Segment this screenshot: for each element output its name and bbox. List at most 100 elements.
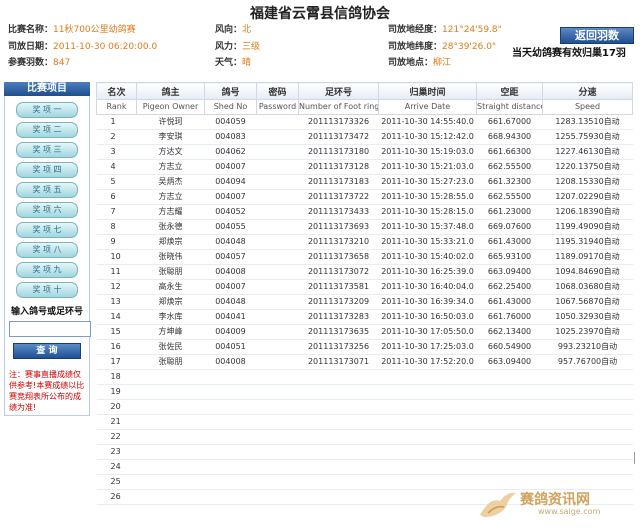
scroll-indicator[interactable] xyxy=(634,452,640,464)
cell-shed-no: 004051 xyxy=(204,339,257,355)
cell-shed-no: 004052 xyxy=(204,204,257,220)
cell-shed-no: 004007 xyxy=(204,279,257,295)
back-button[interactable]: 返回羽数 xyxy=(560,27,634,44)
cell-speed: 957.76700自动 xyxy=(542,354,633,370)
cell-distance: 661.23000 xyxy=(476,204,543,220)
cell-rank: 13 xyxy=(96,294,137,310)
table-row: 4 方志立 004007 201113173128 2011-10-30 15:21:0… xyxy=(96,159,633,175)
cell-password xyxy=(256,414,299,430)
sidebar-item-award-8[interactable]: 奖 项 八 xyxy=(16,242,78,258)
cell-password xyxy=(256,144,299,160)
table-row: 15 方坤峰 004009 201113173635 2011-10-30 17:05:… xyxy=(96,324,633,340)
sidebar-item-award-5[interactable]: 奖 项 五 xyxy=(16,182,78,198)
cell-owner: 郑焕宗 xyxy=(136,234,205,250)
cell-distance xyxy=(476,384,543,400)
cell-arrive-time xyxy=(378,399,477,415)
cell-foot-ring xyxy=(298,399,379,415)
cell-password xyxy=(256,249,299,265)
cell-owner: 郑焕宗 xyxy=(136,294,205,310)
cell-arrive-time: 2011-10-30 15:21:03.0 xyxy=(378,159,477,175)
table-row: 8 张永德 004055 201113173693 2011-10-30 15:37:4… xyxy=(96,219,633,235)
cell-foot-ring: 201113173180 xyxy=(298,144,379,160)
cell-password xyxy=(256,204,299,220)
cell-password xyxy=(256,309,299,325)
col-header-password: 密码 xyxy=(256,82,299,100)
cell-owner: 方志立 xyxy=(136,189,205,205)
cell-arrive-time: 2011-10-30 16:40:04.0 xyxy=(378,279,477,295)
cell-speed: 1195.31940自动 xyxy=(542,234,633,250)
cell-distance: 661.67000 xyxy=(476,114,543,130)
page-title: 福建省云霄县信鸽协会 xyxy=(250,6,390,22)
sidebar-item-award-10[interactable]: 奖 项 十 xyxy=(16,282,78,298)
subheader-owner: Pigeon Owner xyxy=(136,99,205,115)
cell-arrive-time xyxy=(378,489,477,505)
sidebar-item-award-1[interactable]: 奖 项 一 xyxy=(16,102,78,118)
cell-password xyxy=(256,234,299,250)
search-input[interactable] xyxy=(9,321,91,337)
cell-rank: 2 xyxy=(96,129,137,145)
cell-rank: 23 xyxy=(96,444,137,460)
sidebar-item-award-4[interactable]: 奖 项 四 xyxy=(16,162,78,178)
cell-speed: 1220.13750自动 xyxy=(542,159,633,175)
sidebar-item-award-9[interactable]: 奖 项 九 xyxy=(16,262,78,278)
cell-distance: 663.09400 xyxy=(476,354,543,370)
sidebar-item-award-7[interactable]: 奖 项 七 xyxy=(16,222,78,238)
weather-field: 天气：晴 xyxy=(215,58,252,68)
cell-password xyxy=(256,174,299,190)
subheader-shed-no: Shed No xyxy=(204,99,257,115)
col-header-arrive-time: 归巢时间 xyxy=(378,82,477,100)
cell-speed xyxy=(542,399,633,415)
release-place-field: 司放地点：柳江 xyxy=(388,58,452,68)
table-row: 5 吴炳杰 004094 201113173183 2011-10-30 15:27:2… xyxy=(96,174,633,190)
release-longitude-field: 司放地经度：121°24'59.8" xyxy=(388,25,502,35)
cell-rank: 26 xyxy=(96,489,137,505)
cell-shed-no xyxy=(204,369,257,385)
cell-foot-ring: 201113173722 xyxy=(298,189,379,205)
cell-rank: 18 xyxy=(96,369,137,385)
cell-owner: 张永德 xyxy=(136,219,205,235)
cell-password xyxy=(256,129,299,145)
cell-shed-no xyxy=(204,489,257,505)
cell-arrive-time xyxy=(378,459,477,475)
cell-shed-no: 004007 xyxy=(204,189,257,205)
cell-rank: 5 xyxy=(96,174,137,190)
cell-speed: 1227.46130自动 xyxy=(542,144,633,160)
cell-owner: 吴炳杰 xyxy=(136,174,205,190)
sidebar-item-award-3[interactable]: 奖 项 三 xyxy=(16,142,78,158)
table-row: 18 xyxy=(96,369,633,385)
cell-shed-no: 004008 xyxy=(204,354,257,370)
cell-shed-no: 004041 xyxy=(204,309,257,325)
cell-arrive-time: 2011-10-30 15:19:03.0 xyxy=(378,144,477,160)
cell-distance: 662.55500 xyxy=(476,159,543,175)
cell-foot-ring xyxy=(298,489,379,505)
cell-distance xyxy=(476,429,543,445)
cell-owner: 高永生 xyxy=(136,279,205,295)
cell-speed: 1206.18390自动 xyxy=(542,204,633,220)
cell-distance xyxy=(476,369,543,385)
cell-shed-no xyxy=(204,474,257,490)
cell-speed xyxy=(542,414,633,430)
cell-speed: 1207.02290自动 xyxy=(542,189,633,205)
cell-shed-no: 004094 xyxy=(204,174,257,190)
cell-password xyxy=(256,264,299,280)
cell-shed-no: 004009 xyxy=(204,324,257,340)
query-button[interactable]: 查 询 xyxy=(13,343,81,359)
cell-foot-ring xyxy=(298,474,379,490)
cell-foot-ring: 201113173209 xyxy=(298,294,379,310)
cell-arrive-time: 2011-10-30 15:33:21.0 xyxy=(378,234,477,250)
cell-shed-no xyxy=(204,399,257,415)
sidebar-item-award-2[interactable]: 奖 项 二 xyxy=(16,122,78,138)
cell-owner xyxy=(136,399,205,415)
release-date-field: 司放日期：2011-10-30 06:20:00.0 xyxy=(8,42,158,52)
cell-rank: 19 xyxy=(96,384,137,400)
cell-distance: 661.76000 xyxy=(476,309,543,325)
cell-arrive-time: 2011-10-30 16:39:34.0 xyxy=(378,294,477,310)
cell-rank: 15 xyxy=(96,324,137,340)
col-header-foot-ring: 足环号 xyxy=(298,82,379,100)
table-row: 12 高永生 004007 201113173581 2011-10-30 16:40:… xyxy=(96,279,633,295)
sidebar-item-award-6[interactable]: 奖 项 六 xyxy=(16,202,78,218)
cell-shed-no xyxy=(204,384,257,400)
col-header-speed: 分速 xyxy=(542,82,633,100)
cell-password xyxy=(256,339,299,355)
subheader-distance: Straight distance xyxy=(476,99,543,115)
